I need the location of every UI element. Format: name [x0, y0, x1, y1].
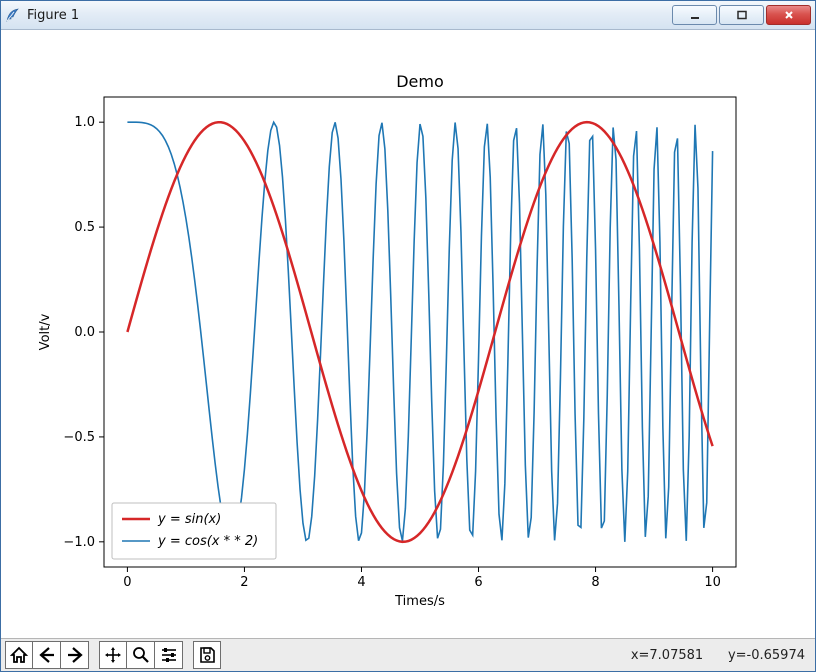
- y-axis-label: Volt/v: [38, 313, 53, 350]
- y-tick-label: 1.0: [74, 115, 95, 130]
- x-axis-label: Times/s: [394, 594, 445, 609]
- plot-canvas[interactable]: 0 2 4 6 8 10 −1.0 −0.5 0.0 0.5 1.0 Demo Times/s V…: [1, 30, 815, 638]
- x-tick-label: 0: [123, 575, 131, 590]
- x-tick-label: 8: [591, 575, 599, 590]
- arrow-left-icon: [37, 645, 57, 665]
- save-button[interactable]: [193, 641, 221, 669]
- sliders-icon: [159, 645, 179, 665]
- window-title: Figure 1: [27, 8, 79, 23]
- app-feather-icon: [5, 7, 21, 23]
- series-sin-x: [127, 122, 712, 542]
- window-buttons: [670, 5, 811, 25]
- arrow-right-icon: [65, 645, 85, 665]
- x-tick-label: 4: [357, 575, 365, 590]
- forward-button[interactable]: [61, 641, 89, 669]
- y-tick-label: 0.5: [74, 220, 95, 235]
- home-button[interactable]: [5, 641, 33, 669]
- legend-entry: y = cos(x * * 2): [157, 534, 258, 549]
- legend[interactable]: y = sin(x) y = cos(x * * 2): [112, 503, 276, 559]
- save-icon: [197, 645, 217, 665]
- zoom-icon: [131, 645, 151, 665]
- close-button[interactable]: [766, 5, 811, 25]
- minimize-button[interactable]: [672, 5, 717, 25]
- titlebar[interactable]: Figure 1: [1, 1, 815, 30]
- legend-entry: y = sin(x): [157, 512, 221, 527]
- pan-button[interactable]: [99, 641, 127, 669]
- nav-toolbar: x=7.07581 y=-0.65974: [1, 638, 815, 671]
- chart-title: Demo: [396, 72, 444, 91]
- coord-readout: x=7.07581 y=-0.65974: [631, 648, 811, 663]
- y-tick-label: −0.5: [63, 430, 95, 445]
- zoom-button[interactable]: [127, 641, 155, 669]
- maximize-button[interactable]: [719, 5, 764, 25]
- app-window: Figure 1 0 2 4 6 8 10 −1.0 −0.5 0.0 0.5 1.0: [0, 0, 816, 672]
- x-tick-label: 10: [704, 575, 721, 590]
- series-cos-x2: [127, 122, 712, 542]
- x-tick-label: 2: [240, 575, 248, 590]
- back-button[interactable]: [33, 641, 61, 669]
- home-icon: [9, 645, 29, 665]
- move-icon: [103, 645, 123, 665]
- y-tick-label: −1.0: [63, 535, 95, 550]
- y-tick-label: 0.0: [74, 325, 95, 340]
- x-tick-label: 6: [474, 575, 482, 590]
- configure-subplots-button[interactable]: [155, 641, 183, 669]
